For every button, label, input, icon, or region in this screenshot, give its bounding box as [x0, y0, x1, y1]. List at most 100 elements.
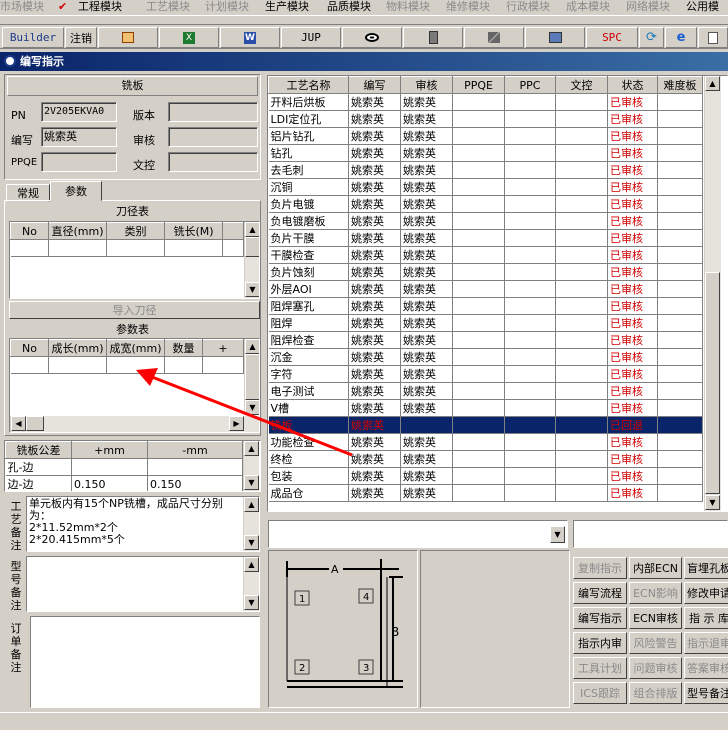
instruction-reject-button[interactable]: 指示退审	[684, 632, 728, 654]
table-row[interactable]: 阻焊 姚索英 姚索英 已审核	[268, 314, 703, 332]
process-table-scrollbar[interactable]: ▲ ▼	[704, 76, 721, 511]
param-col-no[interactable]: No	[10, 339, 49, 357]
process-col-process-name[interactable]: 工艺名称	[268, 76, 349, 94]
ics-tracking-button[interactable]: ICS跟踪	[573, 682, 627, 704]
menu-market[interactable]: 市场模块	[0, 0, 44, 13]
scroll-right-icon[interactable]: ▶	[229, 416, 244, 431]
tolerance-minus-value[interactable]	[147, 458, 243, 476]
tool-plan-button[interactable]: 工具计划	[573, 657, 627, 679]
order-notes-box[interactable]	[30, 616, 260, 708]
cutter-col-type[interactable]: 类别	[106, 222, 165, 240]
writer-field[interactable]: 姚索英	[41, 127, 117, 147]
database-button[interactable]	[403, 27, 463, 48]
process-col-reviewer[interactable]: 审核	[400, 76, 453, 94]
menu-production[interactable]: 生产模块	[265, 0, 309, 13]
menu-material[interactable]: 物料模块	[386, 0, 430, 13]
table-row[interactable]: 功能检查 姚索英 姚索英 已审核	[268, 433, 703, 451]
modify-request-button[interactable]: 修改申请	[684, 582, 728, 604]
model-notes-button[interactable]: 型号备注	[684, 682, 728, 704]
instruction-library-button[interactable]: 指 示 库	[684, 607, 728, 629]
excel-button[interactable]: X	[159, 27, 219, 48]
tab-params[interactable]: 参数	[50, 181, 102, 201]
write-instruction-button[interactable]: 编写指示	[573, 607, 627, 629]
process-combo[interactable]: ▼	[268, 520, 568, 548]
tolerance-minus-value[interactable]: 0.150	[147, 475, 243, 491]
chevron-down-icon[interactable]: ▼	[550, 526, 565, 543]
table-row[interactable]: 铣板 姚索英 已回退	[268, 416, 703, 434]
table-row[interactable]: 铝片钻孔 姚索英 姚索英 已审核	[268, 127, 703, 145]
ecn-impact-button[interactable]: ECN影响	[629, 582, 682, 604]
process-notes-text[interactable]: 单元板内有15个NP铣槽，成品尺寸分别为： 2*11.52mm*2个 2*20.…	[27, 497, 239, 547]
tolerance-scrollbar[interactable]: ▲ ▼	[243, 441, 259, 491]
builder-button[interactable]: Builder	[2, 27, 64, 48]
process-notes-scrollbar[interactable]: ▲ ▼	[243, 497, 259, 551]
computer-button[interactable]	[525, 27, 585, 48]
table-row[interactable]: 开料后烘板 姚索英 姚索英 已审核	[268, 93, 703, 111]
param-vscrollbar[interactable]: ▲ ▼	[244, 339, 259, 415]
scroll-thumb[interactable]	[245, 237, 259, 257]
answer-review-button[interactable]: 答案审核	[684, 657, 728, 679]
menu-network[interactable]: 网络模块	[626, 0, 670, 13]
network-button[interactable]	[464, 27, 524, 48]
table-row[interactable]: 阻焊塞孔 姚索英 姚索英 已审核	[268, 297, 703, 315]
version-field[interactable]	[168, 102, 258, 122]
param-hscrollbar[interactable]: ◀ ▶	[10, 416, 259, 432]
cutter-scrollbar[interactable]: ▲ ▼	[244, 222, 259, 298]
scroll-left-icon[interactable]: ◀	[11, 416, 26, 431]
menu-repair[interactable]: 维修模块	[446, 0, 490, 13]
tolerance-plus-value[interactable]: 0.150	[71, 475, 148, 491]
ecn-review-button[interactable]: ECN审核	[629, 607, 682, 629]
risk-warning-button[interactable]: 风险警告	[629, 632, 682, 654]
table-row[interactable]: 包装 姚索英 姚索英 已审核	[268, 467, 703, 485]
scroll-thumb[interactable]	[26, 416, 44, 431]
menu-public[interactable]: 公用模	[686, 0, 719, 13]
table-row[interactable]: 干膜检查 姚索英 姚索英 已审核	[268, 246, 703, 264]
process-col-status[interactable]: 状态	[607, 76, 658, 94]
process-col-difficulty[interactable]: 难度板	[657, 76, 703, 94]
menu-cost[interactable]: 成本模块	[566, 0, 610, 13]
cutter-col-length[interactable]: 铣长(M)	[164, 222, 223, 240]
table-row[interactable]: 成品仓 姚索英 姚索英 已审核	[268, 484, 703, 502]
cutter-col-diameter[interactable]: 直径(mm)	[48, 222, 107, 240]
table-row[interactable]: 钻孔 姚索英 姚索英 已审核	[268, 144, 703, 162]
tolerance-plus-value[interactable]	[71, 458, 148, 476]
table-row[interactable]: 沉铜 姚索英 姚索英 已审核	[268, 178, 703, 196]
ppqe-field[interactable]	[41, 152, 117, 172]
box-button[interactable]	[98, 27, 158, 48]
logout-button[interactable]: 注销	[65, 27, 97, 48]
param-col-width[interactable]: 成宽(mm)	[106, 339, 165, 357]
process-col-writer[interactable]: 编写	[348, 76, 401, 94]
table-row[interactable]: 负片蚀刻 姚索英 姚索英 已审核	[268, 263, 703, 281]
table-row[interactable]: 去毛刺 姚索英 姚索英 已审核	[268, 161, 703, 179]
page-button[interactable]	[698, 27, 728, 48]
scroll-down-icon[interactable]: ▼	[705, 495, 720, 510]
table-row[interactable]: 字符 姚索英 姚索英 已审核	[268, 365, 703, 383]
model-notes-scrollbar[interactable]: ▲ ▼	[243, 557, 259, 611]
table-row[interactable]: 阻焊检查 姚索英 姚索英 已审核	[268, 331, 703, 349]
menu-plan[interactable]: 计划模块	[205, 0, 249, 13]
ie-button[interactable]: e	[665, 27, 697, 48]
scroll-up-icon[interactable]: ▲	[245, 339, 259, 354]
table-row[interactable]: 负电镀磨板 姚索英 姚索英 已审核	[268, 212, 703, 230]
menu-engineering[interactable]: 工程模块	[78, 0, 122, 13]
jup-button[interactable]: JUP	[281, 27, 341, 48]
scroll-up-icon[interactable]: ▲	[244, 557, 259, 572]
tolerance-col-minus[interactable]: -mm	[147, 441, 243, 459]
tolerance-col-name[interactable]: 铣板公差	[5, 441, 72, 459]
param-col-plus[interactable]: +	[202, 339, 244, 357]
process-col-ppc[interactable]: PPC	[504, 76, 556, 94]
cutter-col-no[interactable]: No	[10, 222, 49, 240]
menu-quality[interactable]: 品质模块	[327, 0, 371, 13]
table-row[interactable]: 负片干膜 姚索英 姚索英 已审核	[268, 229, 703, 247]
scroll-up-icon[interactable]: ▲	[705, 76, 720, 91]
scroll-thumb[interactable]	[705, 272, 720, 494]
secondary-combo[interactable]	[573, 520, 728, 548]
menu-admin[interactable]: 行政模块	[506, 0, 550, 13]
scroll-down-icon[interactable]: ▼	[244, 595, 259, 610]
issue-review-button[interactable]: 问题审核	[629, 657, 682, 679]
internal-ecn-button[interactable]: 内部ECN	[629, 557, 682, 579]
table-row[interactable]: V槽 姚索英 姚索英 已审核	[268, 399, 703, 417]
param-col-qty[interactable]: 数量	[164, 339, 203, 357]
doc-control-field[interactable]	[168, 152, 258, 172]
scroll-up-icon[interactable]: ▲	[244, 497, 259, 512]
